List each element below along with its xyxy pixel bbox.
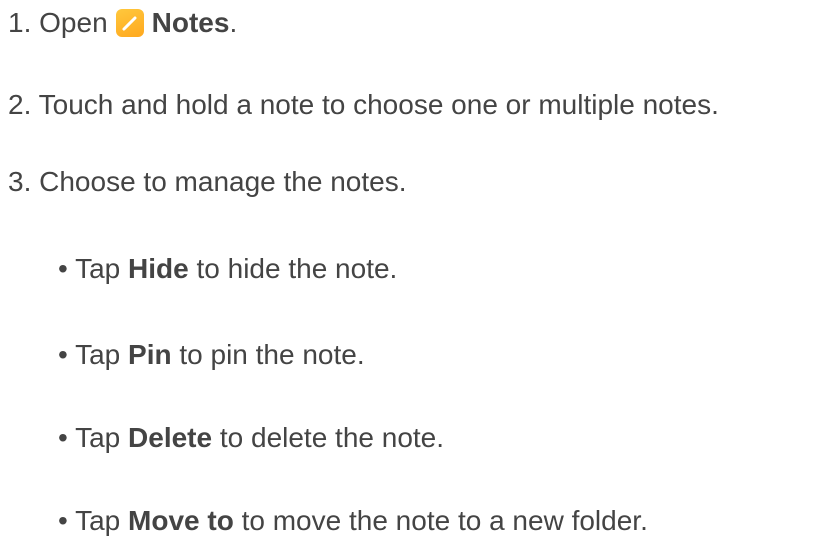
step-2: 2. Touch and hold a note to choose one o… [8,88,719,122]
option-text: to pin the note. [179,339,365,370]
step-number: 1. [8,7,32,38]
option-action: Pin [128,339,172,370]
step-3: 3. Choose to manage the notes. [8,165,407,199]
step-text: Touch and hold a note to choose one or m… [38,89,719,120]
option-pin: • Tap Pin to pin the note. [58,338,365,372]
notes-app-icon [115,9,144,37]
step-number: 3. [8,166,32,197]
step-text: Open [39,7,108,38]
bullet: • [58,505,68,536]
option-text: to delete the note. [219,422,445,453]
option-action: Move to [128,505,234,536]
option-text: to move the note to a new folder. [241,505,648,536]
bullet: • [58,339,68,370]
step-text-end: . [229,7,238,38]
notes-app-name: Notes [151,7,230,38]
option-action: Hide [128,253,189,284]
bullet: • [58,253,68,284]
option-prefix: Tap [75,253,121,284]
option-delete: • Tap Delete to delete the note. [58,421,444,455]
step-number: 2. [8,89,32,120]
option-action: Delete [128,422,213,453]
option-prefix: Tap [75,422,121,453]
option-hide: • Tap Hide to hide the note. [58,252,397,286]
step-1: 1. Open Notes. [8,6,237,40]
option-prefix: Tap [75,339,121,370]
option-move-to: • Tap Move to to move the note to a new … [58,504,648,538]
bullet: • [58,422,68,453]
step-text: Choose to manage the notes. [39,166,407,197]
option-text: to hide the note. [196,253,398,284]
option-prefix: Tap [75,505,121,536]
